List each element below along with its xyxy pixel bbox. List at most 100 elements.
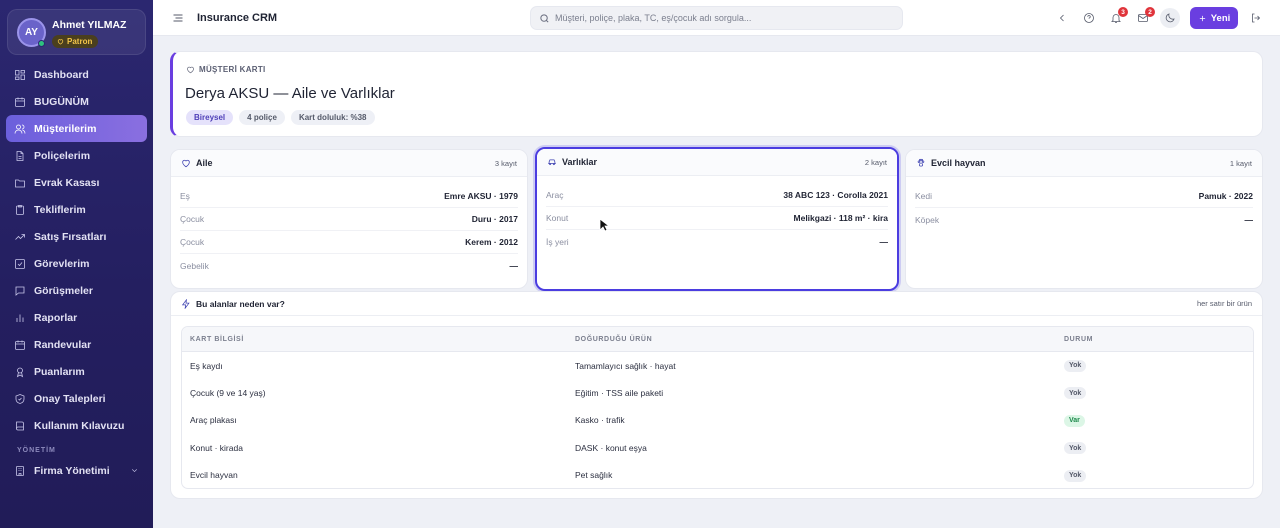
customer-type-chip: Bireysel bbox=[186, 110, 234, 125]
policy-count-chip: 4 poliçe bbox=[239, 110, 285, 125]
search-input[interactable] bbox=[555, 9, 895, 27]
info-cell: Eş kaydı bbox=[190, 360, 223, 371]
search-icon bbox=[540, 14, 549, 23]
theme-toggle-button[interactable] bbox=[1160, 8, 1180, 28]
logout-icon bbox=[1252, 13, 1261, 23]
folder-icon bbox=[15, 179, 25, 187]
row-key: Gebelik bbox=[180, 260, 209, 271]
sidebar-item-randevular[interactable]: Randevular bbox=[6, 331, 147, 358]
notifications-button[interactable]: 3 bbox=[1106, 7, 1128, 28]
calendar-icon bbox=[15, 97, 25, 107]
row-value: Duru · 2017 bbox=[471, 214, 518, 224]
sidebar-item-policelerim[interactable]: Poliçelerim bbox=[6, 142, 147, 169]
menu-icon[interactable] bbox=[172, 12, 184, 24]
asset-row[interactable]: Araç 38 ABC 123 · Corolla 2021 bbox=[546, 184, 888, 207]
plus-icon bbox=[1199, 15, 1205, 21]
row-key: İş yeri bbox=[546, 236, 569, 247]
trending-up-icon bbox=[15, 233, 25, 240]
row-value: Melikgazi · 118 m² · kira bbox=[793, 213, 888, 223]
table-row[interactable]: Eş kaydı Tamamlayıcı sağlık · hayat Yok bbox=[182, 352, 1253, 379]
sidebar-item-bugunum[interactable]: BUGÜNÜM bbox=[6, 88, 147, 115]
sidebar-item-label: Evrak Kasası bbox=[34, 176, 100, 189]
book-icon bbox=[16, 421, 24, 430]
table-header: KART BİLGİSİ DOĞURDUĞU ÜRÜN DURUM bbox=[182, 327, 1253, 352]
record-count: 1 kayıt bbox=[1229, 158, 1252, 168]
product-cell: Eğitim · TSS aile paketi bbox=[575, 388, 664, 399]
record-count: 3 kayıt bbox=[494, 158, 517, 168]
sidebar-item-label: BUGÜNÜM bbox=[34, 95, 89, 108]
sidebar-item-raporlar[interactable]: Raporlar bbox=[6, 304, 147, 331]
table-row[interactable]: Konut · kirada DASK · konut eşya Yok bbox=[182, 434, 1253, 461]
sidebar-item-onay-talepleri[interactable]: Onay Talepleri bbox=[6, 385, 147, 412]
table-row[interactable]: Evcil hayvan Pet sağlık Yok bbox=[182, 462, 1253, 488]
sidebar-item-tekliflerim[interactable]: Tekliflerim bbox=[6, 196, 147, 223]
sidebar-item-label: Tekliflerim bbox=[34, 203, 86, 216]
table-row[interactable]: Araç plakası Kasko · trafik Var bbox=[182, 407, 1253, 434]
card-title: Bu alanlar neden var? bbox=[196, 298, 285, 309]
card-title: Varlıklar bbox=[562, 157, 598, 167]
help-button[interactable] bbox=[1079, 8, 1099, 28]
asset-row[interactable]: İş yeri — bbox=[546, 230, 888, 253]
row-key: Araç bbox=[546, 190, 564, 200]
sidebar-item-label: Satış Fırsatları bbox=[34, 230, 107, 243]
card-title: Aile bbox=[196, 158, 213, 168]
search-box[interactable] bbox=[530, 6, 903, 30]
assets-card[interactable]: Varlıklar 2 kayıt Araç 38 ABC 123 · Corol… bbox=[535, 147, 899, 291]
sidebar-item-label: Müşterilerim bbox=[34, 122, 97, 135]
kicker: MÜŞTERİ KARTI bbox=[186, 65, 266, 74]
sidebar-item-label: Puanlarım bbox=[34, 365, 85, 378]
product-table: KART BİLGİSİ DOĞURDUĞU ÜRÜN DURUM Eş kay… bbox=[181, 326, 1254, 489]
sidebar-item-puanlarim[interactable]: Puanlarım bbox=[6, 358, 147, 385]
card-completion-chip: Kart doluluk: %38 bbox=[290, 110, 375, 125]
sidebar-item-gorusmeler[interactable]: Görüşmeler bbox=[6, 277, 147, 304]
family-row[interactable]: Gebelik — bbox=[180, 254, 518, 277]
new-button[interactable]: Yeni bbox=[1190, 7, 1238, 29]
file-icon bbox=[16, 150, 24, 161]
sidebar-item-label: Dashboard bbox=[34, 68, 89, 81]
sidebar-item-label: Randevular bbox=[34, 338, 92, 351]
product-cell: DASK · konut eşya bbox=[575, 442, 647, 453]
family-row[interactable]: Çocuk Duru · 2017 bbox=[180, 208, 518, 231]
pet-row[interactable]: Köpek — bbox=[915, 208, 1253, 231]
sidebar-item-musterilerim[interactable]: Müşterilerim bbox=[6, 115, 147, 142]
users-icon bbox=[14, 124, 26, 134]
message-icon bbox=[15, 286, 25, 296]
messages-button[interactable]: 2 bbox=[1133, 7, 1155, 28]
column-header: DURUM bbox=[1064, 335, 1094, 343]
card-header: Bu alanlar neden var? her satır bir ürün bbox=[171, 292, 1262, 316]
sidebar-item-evrak-kasasi[interactable]: Evrak Kasası bbox=[6, 169, 147, 196]
info-cell: Evcil hayvan bbox=[190, 470, 238, 481]
customer-header-card: MÜŞTERİ KARTI Derya AKSU — Aile ve Varlı… bbox=[170, 51, 1263, 137]
row-value: Kerem · 2012 bbox=[465, 237, 518, 247]
table-row[interactable]: Çocuk (9 ve 14 yaş) Eğitim · TSS aile pa… bbox=[182, 379, 1253, 406]
user-card[interactable]: AY Ahmet YILMAZ Patron bbox=[7, 9, 146, 55]
sidebar-item-gorevlerim[interactable]: Görevlerim bbox=[6, 250, 147, 277]
logout-button[interactable] bbox=[1246, 8, 1266, 28]
sidebar-item-label: Görüşmeler bbox=[34, 284, 93, 297]
family-card: Aile 3 kayıt Eş Emre AKSU · 1979 Çocuk Dur… bbox=[170, 149, 528, 289]
sidebar-item-kullanim-kilavuzu[interactable]: Kullanım Kılavuzu bbox=[6, 412, 147, 439]
chevron-down-icon[interactable] bbox=[130, 466, 139, 475]
sidebar-item-firma-yonetimi[interactable]: Firma Yönetimi bbox=[6, 457, 147, 484]
asset-row[interactable]: Konut Melikgazi · 118 m² · kira bbox=[546, 207, 888, 230]
sidebar-item-dashboard[interactable]: Dashboard bbox=[6, 61, 147, 88]
product-cell: Pet sağlık bbox=[575, 470, 613, 481]
sidebar-item-satis-firsatlari[interactable]: Satış Fırsatları bbox=[6, 223, 147, 250]
row-key: Çocuk bbox=[180, 237, 205, 247]
clipboard-icon bbox=[16, 204, 24, 215]
mouse-cursor-icon bbox=[599, 218, 609, 232]
collapse-button[interactable] bbox=[1052, 8, 1072, 28]
car-icon bbox=[548, 159, 556, 166]
pet-row[interactable]: Kedi Pamuk · 2022 bbox=[915, 185, 1253, 208]
record-count: 2 kayıt bbox=[864, 157, 887, 167]
row-value: — bbox=[1244, 214, 1254, 225]
notifications-badge: 3 bbox=[1118, 7, 1128, 17]
card-header: Aile 3 kayıt bbox=[171, 150, 527, 177]
family-row[interactable]: Eş Emre AKSU · 1979 bbox=[180, 185, 518, 208]
family-row[interactable]: Çocuk Kerem · 2012 bbox=[180, 231, 518, 254]
online-status-dot bbox=[38, 40, 45, 47]
row-value: Pamuk · 2022 bbox=[1198, 191, 1253, 201]
row-value: 38 ABC 123 · Corolla 2021 bbox=[783, 190, 888, 200]
row-key: Çocuk bbox=[180, 214, 205, 224]
user-name: Ahmet YILMAZ bbox=[52, 19, 127, 31]
